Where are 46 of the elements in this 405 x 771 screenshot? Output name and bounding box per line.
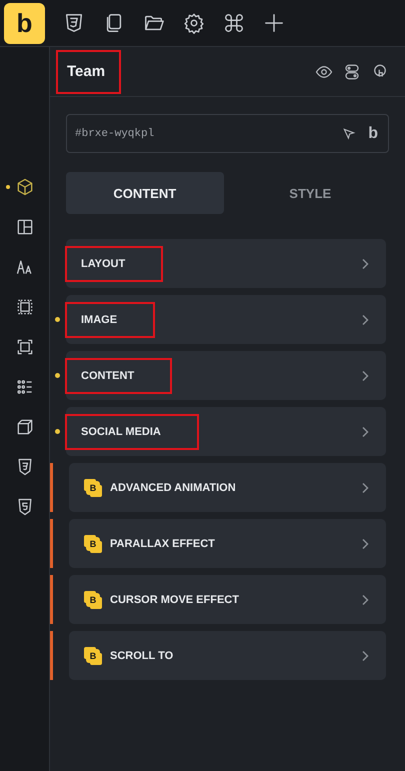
section-label: IMAGE	[81, 314, 118, 326]
section-header[interactable]: CONTENT	[66, 351, 386, 400]
cube-icon[interactable]	[14, 177, 34, 197]
square-icon[interactable]	[14, 337, 34, 357]
chevron-icon	[360, 426, 370, 438]
addon-section-header[interactable]: B PARALLAX EFFECT	[69, 519, 386, 568]
accent-bar	[50, 575, 53, 624]
addon-badge: B	[86, 480, 100, 494]
add-icon[interactable]	[263, 12, 285, 34]
chevron-icon	[360, 538, 370, 550]
css-icon[interactable]	[63, 12, 85, 34]
frame-icon[interactable]	[14, 297, 34, 317]
addon-badge: B	[86, 648, 100, 662]
addon-badge: B	[86, 536, 100, 550]
accent-bar	[50, 463, 53, 512]
layout-icon[interactable]	[14, 217, 34, 237]
tab[interactable]: CONTENT	[66, 172, 224, 214]
element-id-field[interactable]: #brxe-wyqkpl b	[66, 114, 389, 153]
chevron-icon	[360, 258, 370, 270]
panel-title: Team	[67, 63, 106, 80]
brand-button[interactable]: b	[368, 124, 378, 142]
addon-section-header[interactable]: B CURSOR MOVE EFFECT	[69, 575, 386, 624]
chevron-icon	[360, 314, 370, 326]
active-dot	[6, 185, 10, 189]
section-label: LAYOUT	[81, 258, 126, 270]
addon-badge: B	[86, 592, 100, 606]
logo[interactable]: b	[4, 2, 45, 44]
addon-section-header[interactable]: B ADVANCED ANIMATION	[69, 463, 386, 512]
section-header[interactable]: IMAGE	[66, 295, 386, 344]
addon-section-header[interactable]: B SCROLL TO	[69, 631, 386, 680]
accent-bar	[50, 631, 53, 680]
section-label: SOCIAL MEDIA	[81, 426, 161, 438]
cursor-icon[interactable]	[342, 126, 356, 140]
section-header[interactable]: LAYOUT	[66, 239, 386, 288]
toggle-icon[interactable]	[343, 62, 361, 80]
chevron-icon	[360, 594, 370, 606]
command-icon[interactable]	[223, 12, 245, 34]
chevron-icon	[360, 650, 370, 662]
chevron-icon	[360, 482, 370, 494]
accent-bar	[50, 519, 53, 568]
section-header[interactable]: SOCIAL MEDIA	[66, 407, 386, 456]
section-label: CONTENT	[81, 370, 134, 382]
tab[interactable]: STYLE	[232, 172, 389, 214]
chevron-icon	[360, 370, 370, 382]
box3d-icon[interactable]	[14, 417, 34, 437]
settings-icon[interactable]	[183, 12, 205, 34]
